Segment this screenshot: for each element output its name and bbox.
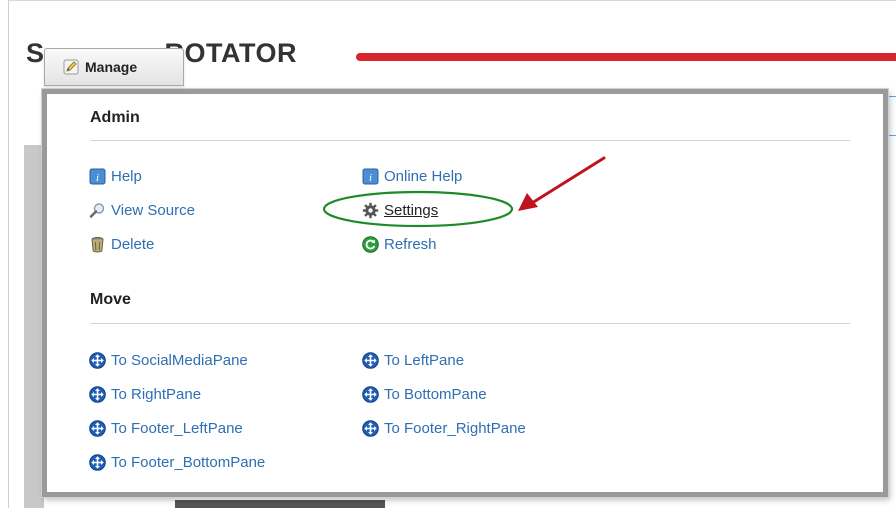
- move-arrows-icon: [89, 454, 106, 471]
- move-item-label: To LeftPane: [384, 352, 465, 369]
- admin-item-help[interactable]: i Help: [89, 168, 142, 185]
- manage-button[interactable]: Manage: [44, 48, 184, 86]
- svg-text:i: i: [369, 172, 372, 184]
- admin-item-label: Delete: [111, 236, 155, 253]
- background-gray-block: [24, 145, 44, 508]
- move-to-socialmediapane[interactable]: To SocialMediaPane: [89, 352, 248, 369]
- move-item-label: To SocialMediaPane: [111, 352, 248, 369]
- move-arrows-icon: [362, 420, 379, 437]
- move-item-label: To Footer_LeftPane: [111, 420, 243, 437]
- manage-button-label: Manage: [85, 59, 138, 75]
- move-to-bottompane[interactable]: To BottomPane: [362, 386, 487, 403]
- gear-icon: [362, 202, 379, 219]
- move-arrows-icon: [362, 386, 379, 403]
- move-to-rightpane[interactable]: To RightPane: [89, 386, 201, 403]
- admin-item-online-help[interactable]: i Online Help: [362, 168, 462, 185]
- move-arrows-icon: [89, 386, 106, 403]
- admin-divider: [90, 140, 850, 141]
- move-arrows-icon: [89, 420, 106, 437]
- background-dark-strip: [175, 500, 385, 508]
- admin-item-label: Settings: [384, 202, 439, 219]
- help-book-icon: i: [89, 168, 106, 185]
- manage-dropdown-panel: Admin i Help i Online Help View Source S…: [42, 89, 888, 497]
- admin-item-view-source[interactable]: View Source: [89, 202, 195, 219]
- refresh-icon: [362, 236, 379, 253]
- admin-item-settings[interactable]: Settings: [362, 202, 438, 219]
- magnifier-icon: [89, 202, 106, 219]
- heading-red-rule: [356, 53, 896, 61]
- admin-item-delete[interactable]: Delete: [89, 236, 154, 253]
- move-section-title: Move: [90, 291, 131, 308]
- admin-item-label: Online Help: [384, 168, 463, 185]
- heading-start: S: [26, 38, 45, 68]
- move-arrows-icon: [362, 352, 379, 369]
- move-to-footer-leftpane[interactable]: To Footer_LeftPane: [89, 420, 243, 437]
- admin-section-title: Admin: [90, 109, 140, 126]
- move-item-label: To Footer_BottomPane: [111, 454, 266, 471]
- move-item-label: To Footer_RightPane: [384, 420, 526, 437]
- move-arrows-icon: [89, 352, 106, 369]
- pencil-icon: [63, 59, 79, 75]
- move-to-footer-rightpane[interactable]: To Footer_RightPane: [362, 420, 526, 437]
- admin-item-label: View Source: [111, 202, 195, 219]
- help-book-icon: i: [362, 168, 379, 185]
- move-to-leftpane[interactable]: To LeftPane: [362, 352, 464, 369]
- move-item-label: To RightPane: [111, 386, 202, 403]
- move-to-footer-bottompane[interactable]: To Footer_BottomPane: [89, 454, 265, 471]
- admin-item-label: Refresh: [384, 236, 437, 253]
- move-item-label: To BottomPane: [384, 386, 487, 403]
- admin-item-label: Help: [111, 168, 142, 185]
- trash-can-icon: [89, 236, 106, 253]
- heading-end: ROTATOR: [164, 38, 298, 68]
- move-divider: [90, 323, 850, 324]
- svg-text:i: i: [96, 172, 99, 184]
- admin-item-refresh[interactable]: Refresh: [362, 236, 437, 253]
